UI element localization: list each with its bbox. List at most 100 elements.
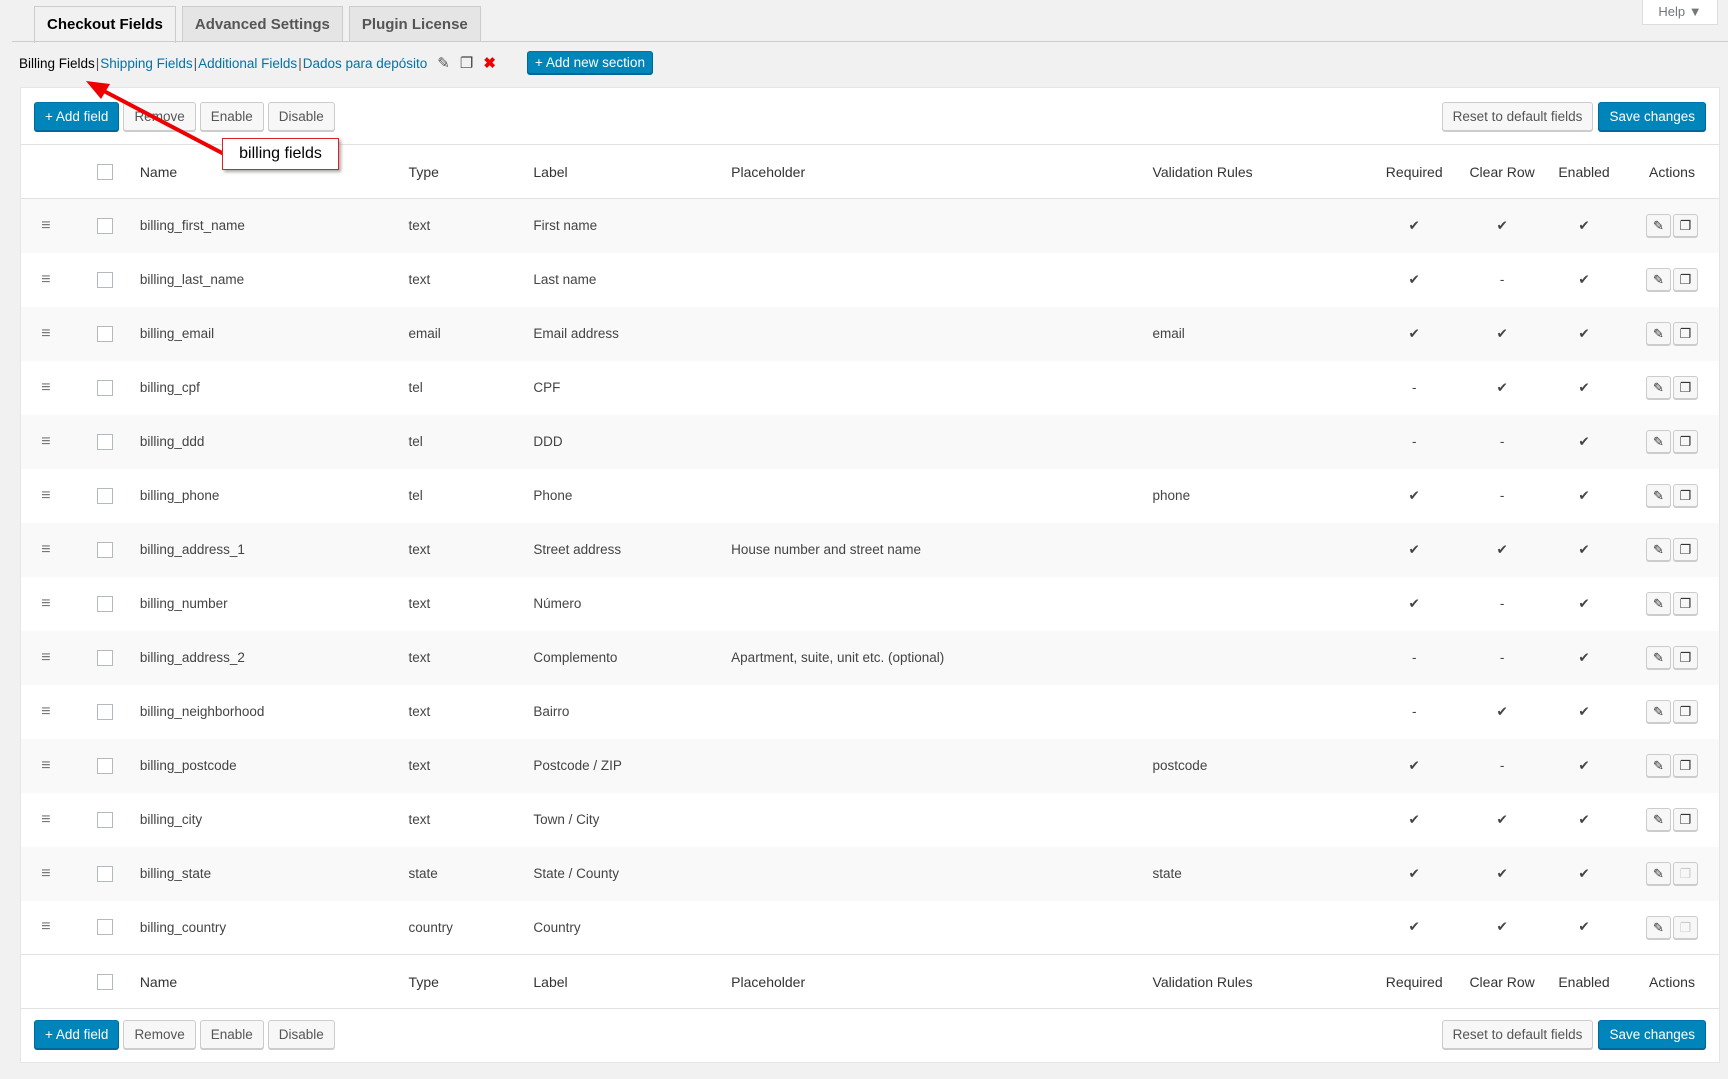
edit-pencil-icon[interactable]: ✎ — [1646, 430, 1671, 453]
edit-pencil-icon[interactable]: ✎ — [1646, 700, 1671, 723]
drag-handle-icon[interactable]: ≡ — [41, 811, 50, 828]
row-checkbox[interactable] — [97, 487, 114, 504]
table-row[interactable]: ≡ billing_state state State / County sta… — [21, 846, 1719, 901]
field-validation: postcode — [1152, 758, 1208, 773]
drag-handle-icon[interactable]: ≡ — [41, 757, 50, 774]
drag-handle-icon[interactable]: ≡ — [41, 217, 50, 234]
field-name: billing_country — [139, 919, 227, 935]
clear-row-check-icon: ✔ — [1496, 703, 1508, 719]
help-button[interactable]: Help ▼ — [1642, 0, 1718, 25]
row-checkbox[interactable] — [97, 649, 114, 666]
reset-default-button-bottom[interactable]: Reset to default fields — [1441, 1020, 1594, 1049]
field-validation — [1153, 901, 1368, 955]
save-changes-button-bottom[interactable]: Save changes — [1598, 1020, 1706, 1049]
edit-pencil-icon[interactable]: ✎ — [1646, 268, 1671, 291]
drag-handle-icon[interactable]: ≡ — [41, 703, 50, 720]
add-new-section-button[interactable]: + Add new section — [527, 51, 653, 74]
row-checkbox[interactable] — [97, 811, 114, 828]
row-checkbox[interactable] — [97, 703, 114, 720]
edit-pencil-icon[interactable]: ✎ — [1646, 484, 1671, 507]
copy-icon[interactable]: ❐ — [1673, 430, 1698, 453]
copy-icon[interactable]: ❐ — [1673, 484, 1698, 507]
table-row[interactable]: ≡ billing_city text Town / City ✔ ✔ ✔ ✎ ❐ — [21, 793, 1719, 847]
field-label: State / County — [533, 866, 619, 881]
edit-section-pencil-icon[interactable]: ✎ — [437, 54, 450, 72]
drag-handle-icon[interactable]: ≡ — [41, 649, 50, 666]
edit-pencil-icon[interactable]: ✎ — [1646, 376, 1671, 399]
drag-handle-icon[interactable]: ≡ — [41, 325, 50, 342]
edit-pencil-icon[interactable]: ✎ — [1646, 214, 1671, 238]
row-checkbox[interactable] — [97, 595, 114, 612]
field-type: email — [408, 326, 441, 341]
column-header: Enabled — [1543, 954, 1626, 1009]
edit-pencil-icon[interactable]: ✎ — [1646, 646, 1671, 669]
row-checkbox[interactable] — [97, 757, 114, 774]
field-validation — [1153, 631, 1368, 685]
save-changes-button[interactable]: Save changes — [1598, 102, 1706, 131]
table-row[interactable]: ≡ billing_last_name text Last name ✔ - ✔ ✎… — [21, 253, 1719, 307]
row-checkbox[interactable] — [97, 271, 114, 288]
row-checkbox[interactable] — [97, 433, 114, 450]
table-row[interactable]: ≡ billing_email email Email address emai… — [21, 306, 1719, 361]
row-checkbox[interactable] — [97, 379, 114, 396]
column-header: Clear Row — [1461, 954, 1544, 1009]
field-placeholder — [731, 577, 1152, 631]
row-checkbox[interactable] — [97, 325, 114, 342]
column-header: Placeholder — [731, 144, 1153, 199]
edit-pencil-icon[interactable]: ✎ — [1646, 754, 1671, 777]
edit-pencil-icon[interactable]: ✎ — [1646, 592, 1671, 615]
edit-pencil-icon[interactable]: ✎ — [1646, 808, 1671, 831]
table-row[interactable]: ≡ billing_ddd tel DDD - - ✔ ✎ ❐ — [21, 414, 1719, 469]
table-row[interactable]: ≡ billing_number text Número ✔ - ✔ ✎ ❐ — [21, 577, 1719, 631]
select-all-checkbox[interactable] — [97, 974, 114, 991]
copy-icon[interactable]: ❐ — [1673, 808, 1698, 831]
table-row[interactable]: ≡ billing_neighborhood text Bairro - ✔ ✔ ✎… — [21, 685, 1719, 739]
required-check-icon: ✔ — [1408, 217, 1420, 233]
row-checkbox[interactable] — [97, 217, 114, 234]
field-validation: phone — [1152, 488, 1191, 503]
table-row[interactable]: ≡ billing_address_1 text Street address … — [21, 522, 1719, 577]
copy-icon[interactable]: ❐ — [1673, 754, 1698, 777]
drag-handle-icon[interactable]: ≡ — [41, 918, 50, 935]
drag-handle-icon[interactable]: ≡ — [41, 271, 50, 288]
edit-pencil-icon[interactable]: ✎ — [1646, 538, 1671, 561]
copy-icon[interactable]: ❐ — [1673, 646, 1698, 669]
delete-section-x-icon[interactable]: ✖ — [483, 54, 496, 72]
drag-handle-icon[interactable]: ≡ — [41, 865, 50, 882]
edit-pencil-icon[interactable]: ✎ — [1646, 915, 1671, 939]
drag-handle-icon[interactable]: ≡ — [41, 595, 50, 612]
table-row[interactable]: ≡ billing_phone tel Phone phone ✔ - ✔ ✎ ❐ — [21, 469, 1719, 523]
copy-icon[interactable]: ❐ — [1673, 322, 1698, 345]
drag-handle-icon[interactable]: ≡ — [41, 541, 50, 558]
field-type: text — [408, 596, 431, 611]
add-field-button-bottom[interactable]: + Add field — [34, 1020, 120, 1049]
row-checkbox[interactable] — [97, 919, 114, 936]
drag-handle-icon[interactable]: ≡ — [41, 433, 50, 450]
table-row[interactable]: ≡ billing_first_name text First name ✔ ✔ ✔… — [21, 198, 1719, 253]
field-type: tel — [408, 488, 423, 503]
edit-pencil-icon[interactable]: ✎ — [1646, 862, 1671, 885]
disable-button-bottom[interactable]: Disable — [267, 1020, 335, 1049]
reset-default-button[interactable]: Reset to default fields — [1441, 102, 1594, 131]
column-header: Type — [408, 144, 534, 199]
remove-button-bottom[interactable]: Remove — [123, 1020, 196, 1049]
table-row[interactable]: ≡ billing_address_2 text Complemento Apa… — [21, 630, 1719, 685]
enable-button-bottom[interactable]: Enable — [199, 1020, 264, 1049]
table-row[interactable]: ≡ billing_cpf tel CPF - ✔ ✔ ✎ ❐ — [21, 361, 1719, 415]
copy-icon[interactable]: ❐ — [1673, 376, 1698, 399]
copy-icon[interactable]: ❐ — [1673, 538, 1698, 561]
copy-icon[interactable]: ❐ — [1673, 268, 1698, 291]
field-type: state — [408, 866, 438, 881]
edit-pencil-icon[interactable]: ✎ — [1646, 322, 1671, 345]
row-checkbox[interactable] — [97, 541, 114, 558]
copy-icon[interactable]: ❐ — [1673, 592, 1698, 615]
table-row[interactable]: ≡ billing_postcode text Postcode / ZIP p… — [21, 738, 1719, 793]
copy-icon[interactable]: ❐ — [1673, 214, 1698, 238]
drag-handle-icon[interactable]: ≡ — [41, 379, 50, 396]
table-row[interactable]: ≡ billing_country country Country ✔ ✔ ✔ ✎ ❐ — [21, 901, 1719, 955]
row-checkbox[interactable] — [97, 865, 114, 882]
copy-section-icon[interactable]: ❐ — [460, 54, 473, 72]
required-check-icon: ✔ — [1408, 541, 1420, 557]
copy-icon[interactable]: ❐ — [1673, 700, 1698, 723]
drag-handle-icon[interactable]: ≡ — [41, 487, 50, 504]
